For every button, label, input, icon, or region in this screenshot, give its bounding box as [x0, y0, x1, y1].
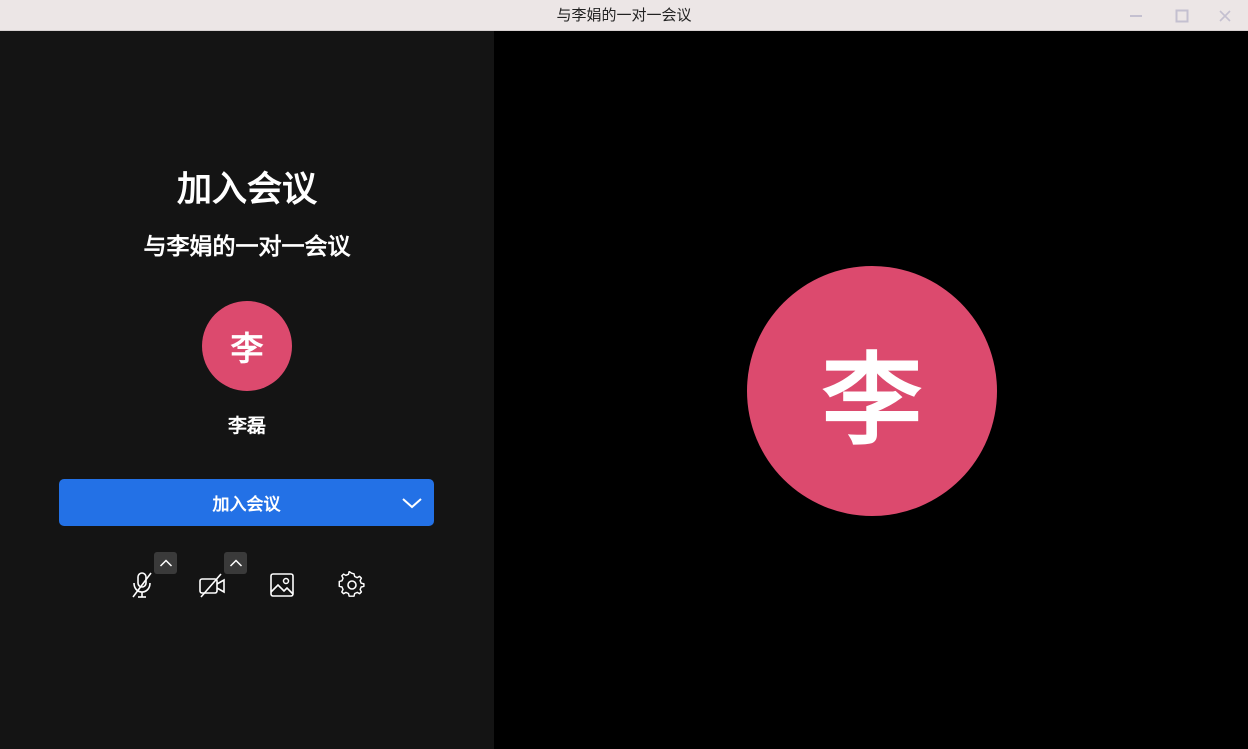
chevron-up-icon [159, 559, 172, 567]
background-effects-button[interactable] [266, 569, 298, 601]
video-preview: 李 [494, 31, 1248, 749]
chevron-down-icon [402, 497, 422, 508]
preview-avatar-initial: 李 [822, 341, 922, 459]
maximize-button[interactable] [1159, 0, 1205, 31]
meeting-window: 与李娟的一对一会议 加入会议 与李娟的一对一会议 李 李磊 加入会议 李 [0, 0, 1248, 749]
meeting-name: 与李娟的一对一会议 [143, 234, 351, 260]
join-meeting-button-label: 加入会议 [212, 495, 281, 515]
close-icon [1219, 9, 1231, 22]
join-options-dropdown[interactable] [398, 479, 426, 526]
background-image-icon [270, 573, 294, 597]
microphone-toggle-button[interactable] [126, 569, 158, 601]
join-meeting-button[interactable]: 加入会议 [59, 479, 434, 526]
camera-toggle-button[interactable] [196, 569, 228, 601]
chevron-up-icon [229, 559, 242, 567]
title-bar: 与李娟的一对一会议 [0, 0, 1248, 31]
join-panel: 加入会议 与李娟的一对一会议 李 李磊 加入会议 [0, 31, 494, 749]
avatar: 李 [202, 301, 292, 391]
minimize-icon [1130, 14, 1142, 17]
close-button[interactable] [1202, 0, 1248, 31]
window-title: 与李娟的一对一会议 [556, 6, 692, 24]
video-off-icon [199, 573, 225, 598]
minimize-button[interactable] [1113, 0, 1159, 31]
settings-gear-icon [338, 571, 365, 597]
avatar-initial: 李 [230, 329, 264, 368]
settings-button[interactable] [336, 569, 368, 601]
maximize-icon [1175, 9, 1189, 22]
microphone-muted-icon [132, 572, 152, 598]
join-heading: 加入会议 [176, 170, 317, 210]
preview-avatar: 李 [747, 266, 997, 516]
user-name: 李磊 [227, 415, 266, 437]
